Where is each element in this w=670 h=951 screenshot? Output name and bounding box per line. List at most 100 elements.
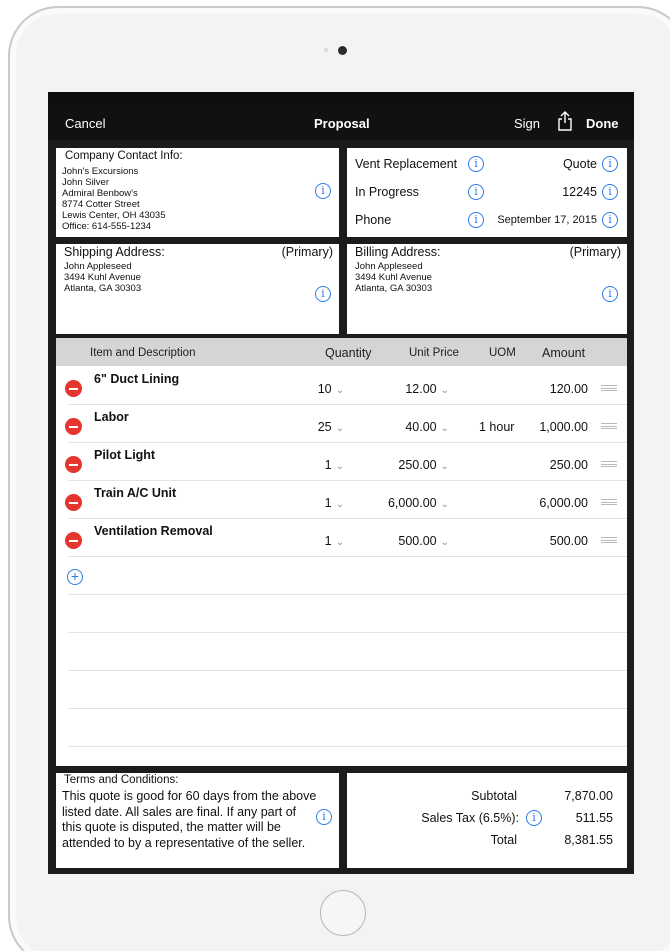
quantity-select[interactable]: 1 ⌄	[325, 496, 344, 510]
contact-line: 8774 Cotter Street	[62, 199, 140, 210]
home-button[interactable]	[320, 890, 366, 936]
done-button[interactable]: Done	[586, 116, 619, 131]
document-type-value: Quote	[562, 157, 597, 171]
page-title: Proposal	[314, 116, 370, 131]
table-row[interactable]: Pilot Light 1 ⌄ 250.00 ⌄ 250.00	[56, 442, 627, 480]
amount-value: 250.00	[549, 458, 588, 472]
reorder-handle-icon[interactable]	[601, 385, 617, 391]
chevron-down-icon: ⌄	[335, 423, 344, 434]
subtotal-value: 7,870.00	[564, 789, 613, 803]
contact-line: Office: 614-555-1234	[62, 221, 152, 232]
billing-lines: John Appleseed 3494 Kuhl Avenue Atlanta,…	[355, 261, 432, 294]
terms-panel: Terms and Conditions: This quote is good…	[56, 773, 339, 868]
quantity-select[interactable]: 1 ⌄	[325, 458, 344, 472]
document-type-info-icon[interactable]: i	[602, 156, 618, 172]
progress-info-icon[interactable]: i	[468, 184, 484, 200]
quantity-value: 1	[324, 534, 332, 548]
contact-lines: John's Excursions John Silver Admiral Be…	[62, 166, 166, 232]
quantity-select[interactable]: 10 ⌄	[318, 382, 344, 396]
chevron-down-icon: ⌄	[335, 537, 344, 548]
contact-line: John Silver	[62, 177, 109, 188]
sensor-dot	[324, 48, 328, 52]
delete-row-icon[interactable]	[65, 456, 82, 473]
terms-header: Terms and Conditions:	[64, 774, 179, 786]
cancel-button[interactable]: Cancel	[65, 116, 105, 131]
reorder-handle-icon[interactable]	[601, 499, 617, 505]
column-amount: Amount	[542, 346, 586, 360]
unit-price-select[interactable]: 250.00 ⌄	[398, 458, 449, 472]
row-divider	[68, 632, 627, 633]
amount-value: 1,000.00	[539, 420, 588, 434]
delete-row-icon[interactable]	[65, 494, 82, 511]
shipping-info-icon[interactable]: i	[315, 286, 331, 302]
front-camera	[338, 46, 347, 55]
quantity-select[interactable]: 1 ⌄	[325, 534, 344, 548]
chevron-down-icon: ⌄	[335, 499, 344, 510]
delete-row-icon[interactable]	[65, 380, 82, 397]
sales-tax-info-icon[interactable]: i	[526, 810, 542, 826]
reorder-handle-icon[interactable]	[601, 423, 617, 429]
chevron-down-icon: ⌄	[440, 461, 449, 472]
chevron-down-icon: ⌄	[440, 499, 449, 510]
quantity-value: 1	[324, 496, 332, 510]
amount-value: 120.00	[549, 382, 588, 396]
date-value: September 17, 2015	[497, 214, 597, 226]
column-unit-price: Unit Price	[409, 347, 459, 359]
unit-price-select[interactable]: 6,000.00 ⌄	[388, 496, 449, 510]
terms-info-icon[interactable]: i	[316, 809, 332, 825]
company-contact-panel: Company Contact Info: John's Excursions …	[56, 148, 339, 237]
contact-line: Lewis Center, OH 43035	[62, 210, 166, 221]
shipping-address-panel: Shipping Address: (Primary) John Applese…	[56, 244, 339, 334]
uom-value: 1 hour	[479, 420, 515, 434]
shipping-primary-tag: (Primary)	[281, 245, 333, 259]
delete-row-icon[interactable]	[65, 532, 82, 549]
screen: Cancel Proposal Sign Done Company Contac…	[48, 92, 634, 874]
phone-info-icon[interactable]: i	[468, 212, 484, 228]
quantity-select[interactable]: 25 ⌄	[318, 420, 344, 434]
chevron-down-icon: ⌄	[440, 423, 449, 434]
table-row[interactable]: 6" Duct Lining 10 ⌄ 12.00 ⌄ 120.00	[56, 366, 627, 404]
address-line: John Appleseed	[355, 261, 423, 272]
table-row[interactable]: Labor 25 ⌄ 40.00 ⌄ 1 hour 1,000.00	[56, 404, 627, 442]
table-header: Item and Description Quantity Unit Price…	[56, 338, 627, 366]
item-name: Labor	[94, 410, 129, 424]
unit-price-select[interactable]: 40.00 ⌄	[405, 420, 449, 434]
reorder-handle-icon[interactable]	[601, 537, 617, 543]
sign-button[interactable]: Sign	[514, 116, 540, 131]
table-row[interactable]: Train A/C Unit 1 ⌄ 6,000.00 ⌄ 6,000.00	[56, 480, 627, 518]
sales-tax-value: 511.55	[575, 811, 613, 825]
billing-address-panel: Billing Address: (Primary) John Applesee…	[347, 244, 627, 334]
address-line: John Appleseed	[64, 261, 132, 272]
add-item-icon[interactable]: +	[67, 569, 83, 585]
billing-title: Billing Address:	[355, 245, 441, 259]
document-number-info-icon[interactable]: i	[602, 184, 618, 200]
subtotal-label: Subtotal	[471, 789, 517, 803]
share-icon[interactable]	[556, 110, 574, 132]
row-divider	[68, 670, 627, 671]
chevron-down-icon: ⌄	[440, 537, 449, 548]
date-info-icon[interactable]: i	[602, 212, 618, 228]
billing-info-icon[interactable]: i	[602, 286, 618, 302]
unit-price-select[interactable]: 12.00 ⌄	[405, 382, 449, 396]
job-type-label: Vent Replacement	[355, 157, 458, 171]
quantity-value: 10	[317, 382, 332, 396]
chevron-down-icon: ⌄	[335, 385, 344, 396]
status-bar	[48, 92, 634, 104]
contact-info-icon[interactable]: i	[315, 183, 331, 199]
column-quantity: Quantity	[325, 346, 372, 360]
unit-price-value: 6,000.00	[387, 496, 437, 510]
job-type-info-icon[interactable]: i	[468, 156, 484, 172]
total-label: Total	[490, 833, 517, 847]
row-divider	[68, 594, 627, 595]
unit-price-select[interactable]: 500.00 ⌄	[398, 534, 449, 548]
column-item: Item and Description	[90, 347, 196, 359]
line-items-table: Item and Description Quantity Unit Price…	[56, 338, 627, 766]
item-name: Train A/C Unit	[94, 486, 177, 500]
table-row[interactable]: Ventilation Removal 1 ⌄ 500.00 ⌄ 500.00	[56, 518, 627, 556]
delete-row-icon[interactable]	[65, 418, 82, 435]
amount-value: 500.00	[549, 534, 588, 548]
proposal-status-panel: Vent Replacement i Quote i In Progress i…	[347, 148, 627, 237]
reorder-handle-icon[interactable]	[601, 461, 617, 467]
row-divider	[68, 708, 627, 709]
document-number-value: 12245	[562, 185, 597, 199]
